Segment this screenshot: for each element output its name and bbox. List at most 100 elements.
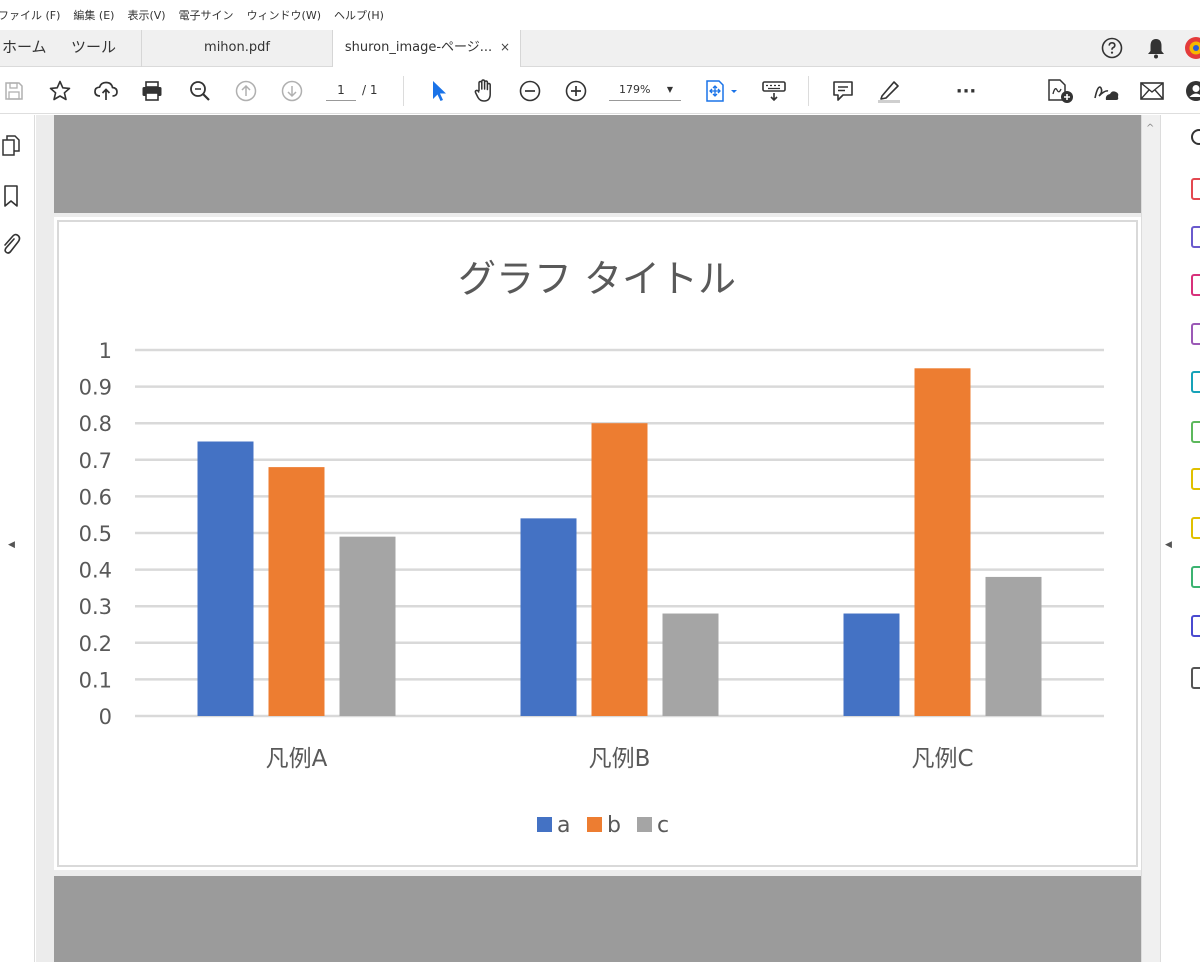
mail-icon[interactable] (1138, 77, 1166, 105)
right-tools-pane: ◀ (1160, 115, 1200, 962)
chevron-down-icon: ▼ (666, 85, 673, 94)
help-icon[interactable] (1100, 36, 1124, 60)
tab-document[interactable]: mihon.pdf (141, 30, 332, 67)
tab-bar: ホーム ツール mihon.pdf shuron_image-ページ... × (0, 30, 1200, 68)
next-page-edge (54, 876, 1141, 962)
chart-frame: グラフ タイトル 0 0.1 0.2 0.3 0.4 0.5 0.6 0.7 0.8 0.9 1 凡例A… (57, 220, 1138, 867)
vertical-scrollbar[interactable]: ^ (1141, 115, 1160, 962)
bar-b (268, 467, 325, 716)
tool-shortcut-icon[interactable] (1191, 226, 1200, 248)
bar-c (339, 536, 396, 716)
bar-b (914, 368, 971, 716)
tool-shortcut-icon[interactable] (1191, 371, 1200, 393)
zoom-value: 179% (619, 83, 651, 96)
y-tick-label: 0.5 (79, 522, 112, 546)
zoom-select[interactable]: 179% ▼ (609, 79, 681, 101)
bar-a (843, 613, 900, 716)
toolbar: 1 / 1 179% ▼ ··· (0, 67, 1200, 114)
zoom-in-icon[interactable] (562, 77, 590, 105)
expand-left-pane-icon[interactable]: ◀ (8, 540, 15, 550)
tab-tools[interactable]: ツール (71, 30, 116, 67)
page-number-input[interactable]: 1 (326, 79, 356, 101)
pdf-page: グラフ タイトル 0 0.1 0.2 0.3 0.4 0.5 0.6 0.7 0.8 0.9 1 凡例A… (54, 217, 1141, 870)
print-icon[interactable] (138, 77, 166, 105)
y-tick-label: 0.8 (79, 412, 112, 436)
y-tick-label: 0.6 (79, 485, 112, 509)
page-thumbnails-icon[interactable] (0, 133, 24, 159)
bar-b (591, 423, 648, 716)
y-tick-label: 0.3 (79, 595, 112, 619)
notification-bell-icon[interactable] (1144, 36, 1168, 60)
tool-shortcut-icon[interactable] (1191, 517, 1200, 539)
keyboard-scroll-icon[interactable] (760, 77, 788, 105)
y-tick-label: 1 (99, 339, 112, 363)
legend-swatch-b (587, 817, 602, 832)
y-tick-label: 0.4 (79, 559, 112, 583)
bar-a (197, 441, 254, 716)
create-pdf-icon[interactable] (1046, 77, 1074, 105)
y-tick-label: 0 (99, 705, 112, 729)
toolbar-divider (403, 76, 404, 106)
legend-label: a (557, 813, 570, 838)
tool-shortcut-icon[interactable] (1191, 566, 1200, 588)
comment-icon[interactable] (829, 77, 857, 105)
page-total: / 1 (362, 83, 378, 97)
select-pointer-icon[interactable] (424, 77, 452, 105)
page-up-icon[interactable] (232, 77, 260, 105)
close-tab-icon[interactable]: × (500, 30, 510, 65)
zoom-out-icon[interactable] (516, 77, 544, 105)
bookmark-icon[interactable] (0, 183, 24, 209)
menu-edit[interactable]: 編集 (E) (73, 7, 114, 23)
toolbar-divider (808, 76, 809, 106)
y-tick-label: 0.9 (79, 376, 112, 400)
menu-window[interactable]: ウィンドウ(W) (247, 7, 321, 23)
search-icon[interactable] (186, 77, 214, 105)
left-navigation-pane: ◀ (0, 115, 35, 962)
more-icon[interactable]: ··· (952, 77, 980, 105)
y-tick-label: 0.2 (79, 632, 112, 656)
sign-icon[interactable] (1092, 77, 1120, 105)
menu-help[interactable]: ヘルプ(H) (334, 7, 384, 23)
bar-c (662, 613, 719, 716)
bar-c (985, 576, 1042, 716)
hand-icon[interactable] (470, 77, 498, 105)
highlight-pen-icon[interactable] (875, 77, 903, 105)
account-icon[interactable] (1182, 77, 1200, 105)
x-category-label: 凡例A (266, 746, 328, 772)
previous-page-edge (54, 115, 1141, 213)
tool-shortcut-icon[interactable] (1191, 468, 1200, 490)
collapse-right-pane-icon[interactable]: ◀ (1165, 540, 1172, 550)
tool-shortcut-icon[interactable] (1191, 615, 1200, 637)
menu-bar: ファイル (F) 編集 (E) 表示(V) 電子サイン ウィンドウ(W) ヘルプ… (0, 0, 1200, 30)
menu-view[interactable]: 表示(V) (127, 7, 165, 23)
legend-swatch-c (637, 817, 652, 832)
tool-shortcut-icon[interactable] (1191, 323, 1200, 345)
tool-shortcut-icon[interactable] (1191, 178, 1200, 200)
chart-title: グラフ タイトル (458, 257, 736, 301)
y-tick-label: 0.1 (79, 668, 112, 692)
legend-swatch-a (537, 817, 552, 832)
legend-label: c (657, 813, 669, 838)
tool-search-icon[interactable] (1191, 129, 1200, 145)
attachment-icon[interactable] (0, 231, 24, 257)
x-category-label: 凡例B (589, 746, 651, 772)
tool-shortcut-icon[interactable] (1191, 274, 1200, 296)
document-viewport[interactable]: グラフ タイトル 0 0.1 0.2 0.3 0.4 0.5 0.6 0.7 0.8 0.9 1 凡例A… (36, 115, 1160, 962)
menu-esign[interactable]: 電子サイン (179, 7, 234, 23)
scroll-up-icon[interactable]: ^ (1146, 123, 1154, 134)
legend-label: b (607, 813, 621, 838)
avatar[interactable] (1184, 36, 1200, 60)
menu-file[interactable]: ファイル (F) (0, 7, 60, 23)
save-icon[interactable] (0, 77, 28, 105)
tool-shortcut-icon[interactable] (1191, 667, 1200, 689)
tab-document-active[interactable]: shuron_image-ページ... × (332, 30, 521, 68)
bar-a (520, 518, 577, 716)
cloud-upload-icon[interactable] (92, 77, 120, 105)
star-icon[interactable] (46, 77, 74, 105)
tab-document-label: shuron_image-ページ... (344, 40, 493, 55)
x-category-label: 凡例C (911, 746, 973, 772)
tool-shortcut-icon[interactable] (1191, 421, 1200, 443)
fit-page-icon[interactable] (702, 77, 740, 105)
page-down-icon[interactable] (278, 77, 306, 105)
tab-home[interactable]: ホーム (2, 30, 47, 67)
